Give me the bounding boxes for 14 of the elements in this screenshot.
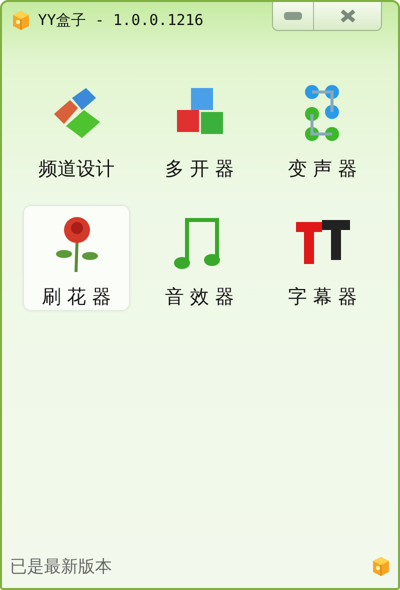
tool-button[interactable]: 变 声 器 (270, 78, 375, 182)
close-icon (340, 9, 356, 23)
tool-button[interactable]: 刷 花 器 (24, 206, 129, 310)
status-text: 已是最新版本 (10, 556, 112, 578)
minimize-button[interactable] (273, 2, 313, 30)
tool-button[interactable]: 频道设计 (24, 78, 129, 182)
box-icon (370, 555, 392, 577)
close-button[interactable] (313, 2, 381, 30)
tool-button[interactable]: 多 开 器 (147, 78, 252, 182)
app-icon (10, 9, 32, 31)
window-title: YY盒子 - 1.0.0.1216 (38, 10, 204, 30)
tool-button[interactable]: 字 幕 器 (270, 206, 375, 310)
tool-button[interactable]: 音 效 器 (147, 206, 252, 310)
minimize-icon (284, 12, 302, 20)
